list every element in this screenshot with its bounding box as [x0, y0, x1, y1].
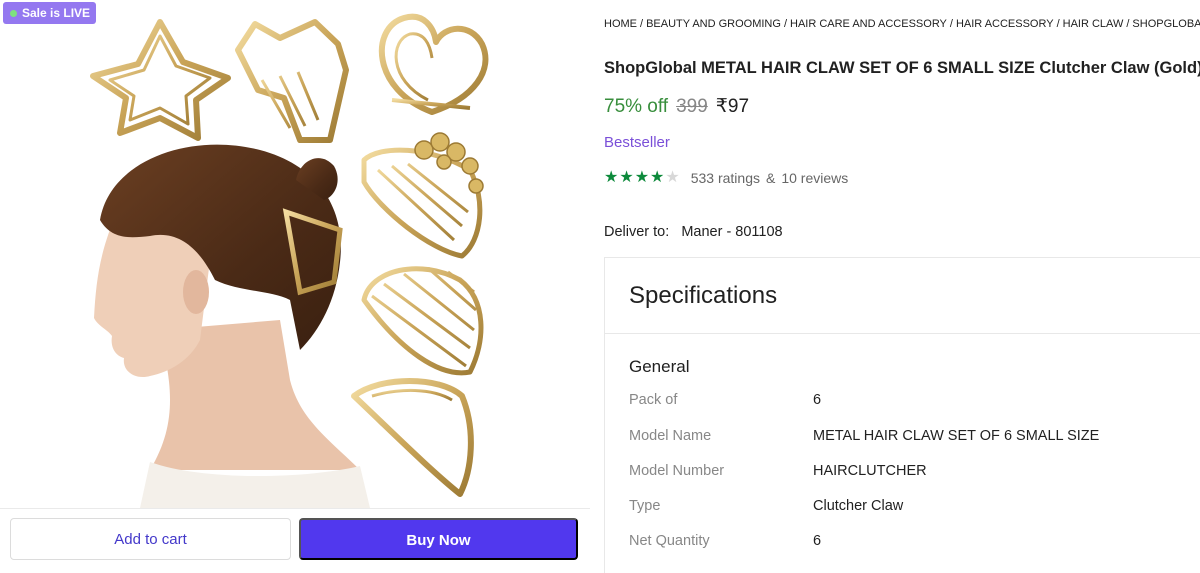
star-filled-icon: ★	[604, 169, 619, 186]
reviews-count: 10 reviews	[781, 170, 849, 186]
spec-group-title: General	[629, 357, 690, 376]
sale-live-badge: Sale is LIVE	[3, 2, 97, 24]
spec-value: HAIRCLUTCHER	[813, 463, 927, 479]
star-empty-icon: ★	[665, 169, 680, 186]
breadcrumb-item-hair-claw[interactable]: HAIR CLAW	[1063, 18, 1124, 30]
spec-value: METAL HAIR CLAW SET OF 6 SMALL SIZE	[813, 428, 1100, 444]
selling-price: ₹97	[715, 96, 750, 117]
rating-row[interactable]: ★ ★ ★ ★ ★ 533 ratings & 10 reviews	[604, 169, 848, 187]
shell-claw-icon	[361, 266, 484, 376]
spec-key: Model Name	[629, 428, 712, 444]
delivery-location[interactable]: Deliver to: Maner - 801108	[604, 224, 783, 240]
breadcrumb-item-hair-care[interactable]: HAIR CARE AND ACCESSORY	[790, 18, 947, 30]
product-gallery: Sale is LIVE Add to cart Buy Now	[0, 0, 590, 573]
deliver-label: Deliver to:	[604, 224, 670, 240]
ratings-count: 533 ratings	[690, 170, 760, 186]
spec-value: 6	[813, 392, 822, 408]
spec-key: Model Number	[629, 463, 725, 479]
price-row: 75% off 399 ₹97	[604, 95, 749, 118]
product-details: HOME / BEAUTY AND GROOMING / HAIR CARE AND A…	[604, 0, 1200, 573]
star-filled-icon: ★	[619, 169, 634, 186]
breadcrumb-item-hair-accessory[interactable]: HAIR ACCESSORY	[956, 18, 1054, 30]
cat-claw-icon	[235, 19, 349, 143]
hair-claw-illustration	[90, 13, 489, 508]
spec-value: Clutcher Claw	[813, 498, 904, 514]
spec-key: Pack of	[629, 392, 678, 408]
star-claw-icon	[90, 19, 231, 141]
ratings-separator: &	[766, 170, 776, 186]
breadcrumb: HOME / BEAUTY AND GROOMING / HAIR CARE AND A…	[604, 18, 1200, 30]
sale-live-label: Sale is LIVE	[22, 6, 91, 20]
spec-value: 6	[813, 533, 822, 549]
flower-ornament-icon	[414, 132, 484, 194]
specifications-panel: Specifications General Pack of 6 Model N…	[604, 257, 1200, 573]
discount-percent: 75% off	[604, 96, 669, 117]
deliver-location-value: Maner - 801108	[681, 224, 783, 240]
star-filled-icon: ★	[634, 169, 650, 186]
specifications-header: Specifications	[605, 258, 1200, 334]
live-dot-icon	[10, 9, 17, 17]
half-moon-claw-icon	[351, 378, 474, 497]
buy-now-button[interactable]: Buy Now	[299, 518, 578, 560]
product-image[interactable]: Sale is LIVE	[0, 0, 590, 508]
star-rating: ★ ★ ★ ★ ★	[604, 169, 681, 187]
bestseller-tag: Bestseller	[604, 134, 670, 151]
breadcrumb-item-beauty[interactable]: BEAUTY AND GROOMING	[646, 18, 781, 30]
spec-key: Type	[629, 498, 661, 514]
star-filled-icon: ★	[650, 169, 665, 186]
breadcrumb-item-product[interactable]: SHOPGLOBAL HAIR CL	[1132, 18, 1200, 30]
product-title: ShopGlobal METAL HAIR CLAW SET OF 6 SMAL…	[604, 59, 1200, 77]
heart-claw-icon	[378, 13, 489, 115]
model-figure	[94, 144, 370, 508]
breadcrumb-item-home[interactable]: HOME	[604, 18, 637, 30]
add-to-cart-button[interactable]: Add to cart	[10, 518, 291, 560]
original-price: 399	[676, 96, 708, 117]
divider	[0, 508, 590, 509]
specifications-title: Specifications	[629, 282, 778, 309]
spec-key: Net Quantity	[629, 533, 710, 549]
